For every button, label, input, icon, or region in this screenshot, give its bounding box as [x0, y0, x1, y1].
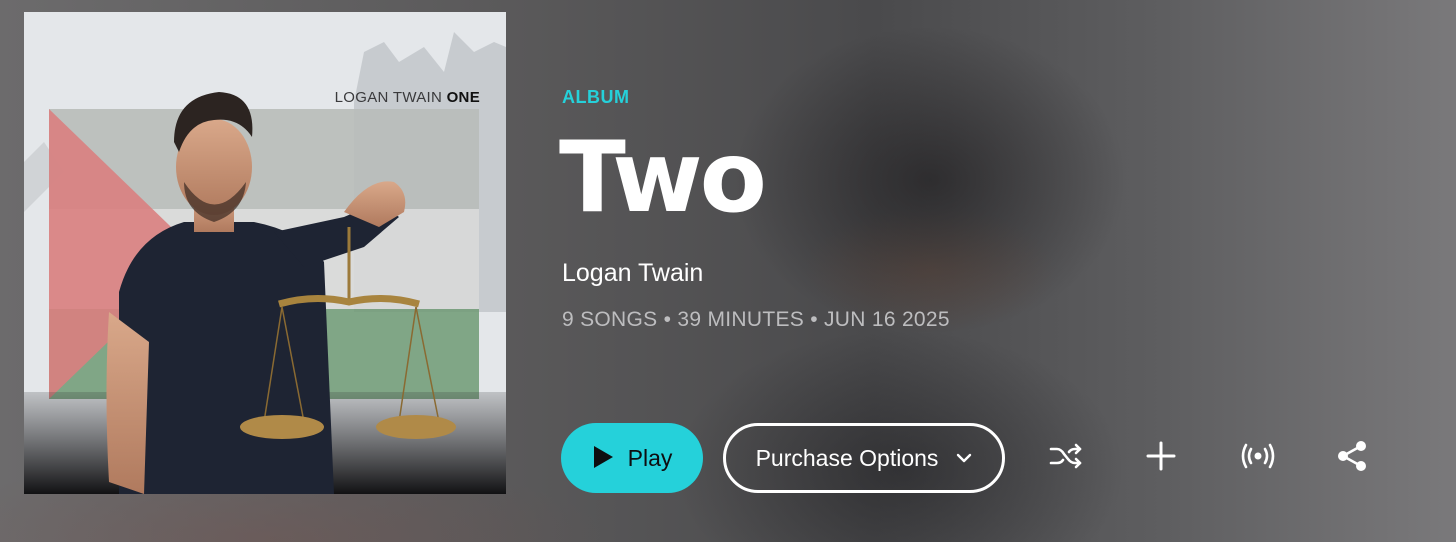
album-meta: 9 SONGS • 39 MINUTES • JUN 16 2025	[562, 308, 950, 331]
purchase-options-button[interactable]: Purchase Options	[723, 423, 1005, 493]
share-icon	[1336, 440, 1368, 476]
play-button-label: Play	[627, 444, 673, 471]
album-cover-art	[24, 12, 506, 494]
play-icon	[592, 445, 614, 472]
artist-link[interactable]: Logan Twain	[562, 259, 703, 288]
cover-caption: LOGAN TWAIN ONE	[335, 89, 480, 106]
purchase-options-label: Purchase Options	[755, 444, 939, 471]
album-title: Two	[559, 121, 767, 235]
add-to-library-button[interactable]	[1136, 433, 1186, 483]
cover-caption-title: ONE	[446, 89, 480, 106]
album-kind-label: ALBUM	[562, 87, 630, 107]
play-button[interactable]: Play	[561, 423, 703, 493]
start-radio-button[interactable]	[1233, 433, 1283, 483]
radio-broadcast-icon	[1240, 442, 1276, 474]
cover-caption-artist: LOGAN TWAIN	[334, 89, 443, 106]
add-icon	[1146, 441, 1176, 475]
chevron-down-icon	[956, 451, 972, 466]
shuffle-button[interactable]	[1041, 433, 1091, 483]
album-cover: LOGAN TWAIN ONE	[24, 12, 506, 494]
shuffle-icon	[1049, 443, 1083, 473]
share-button[interactable]	[1327, 433, 1377, 483]
